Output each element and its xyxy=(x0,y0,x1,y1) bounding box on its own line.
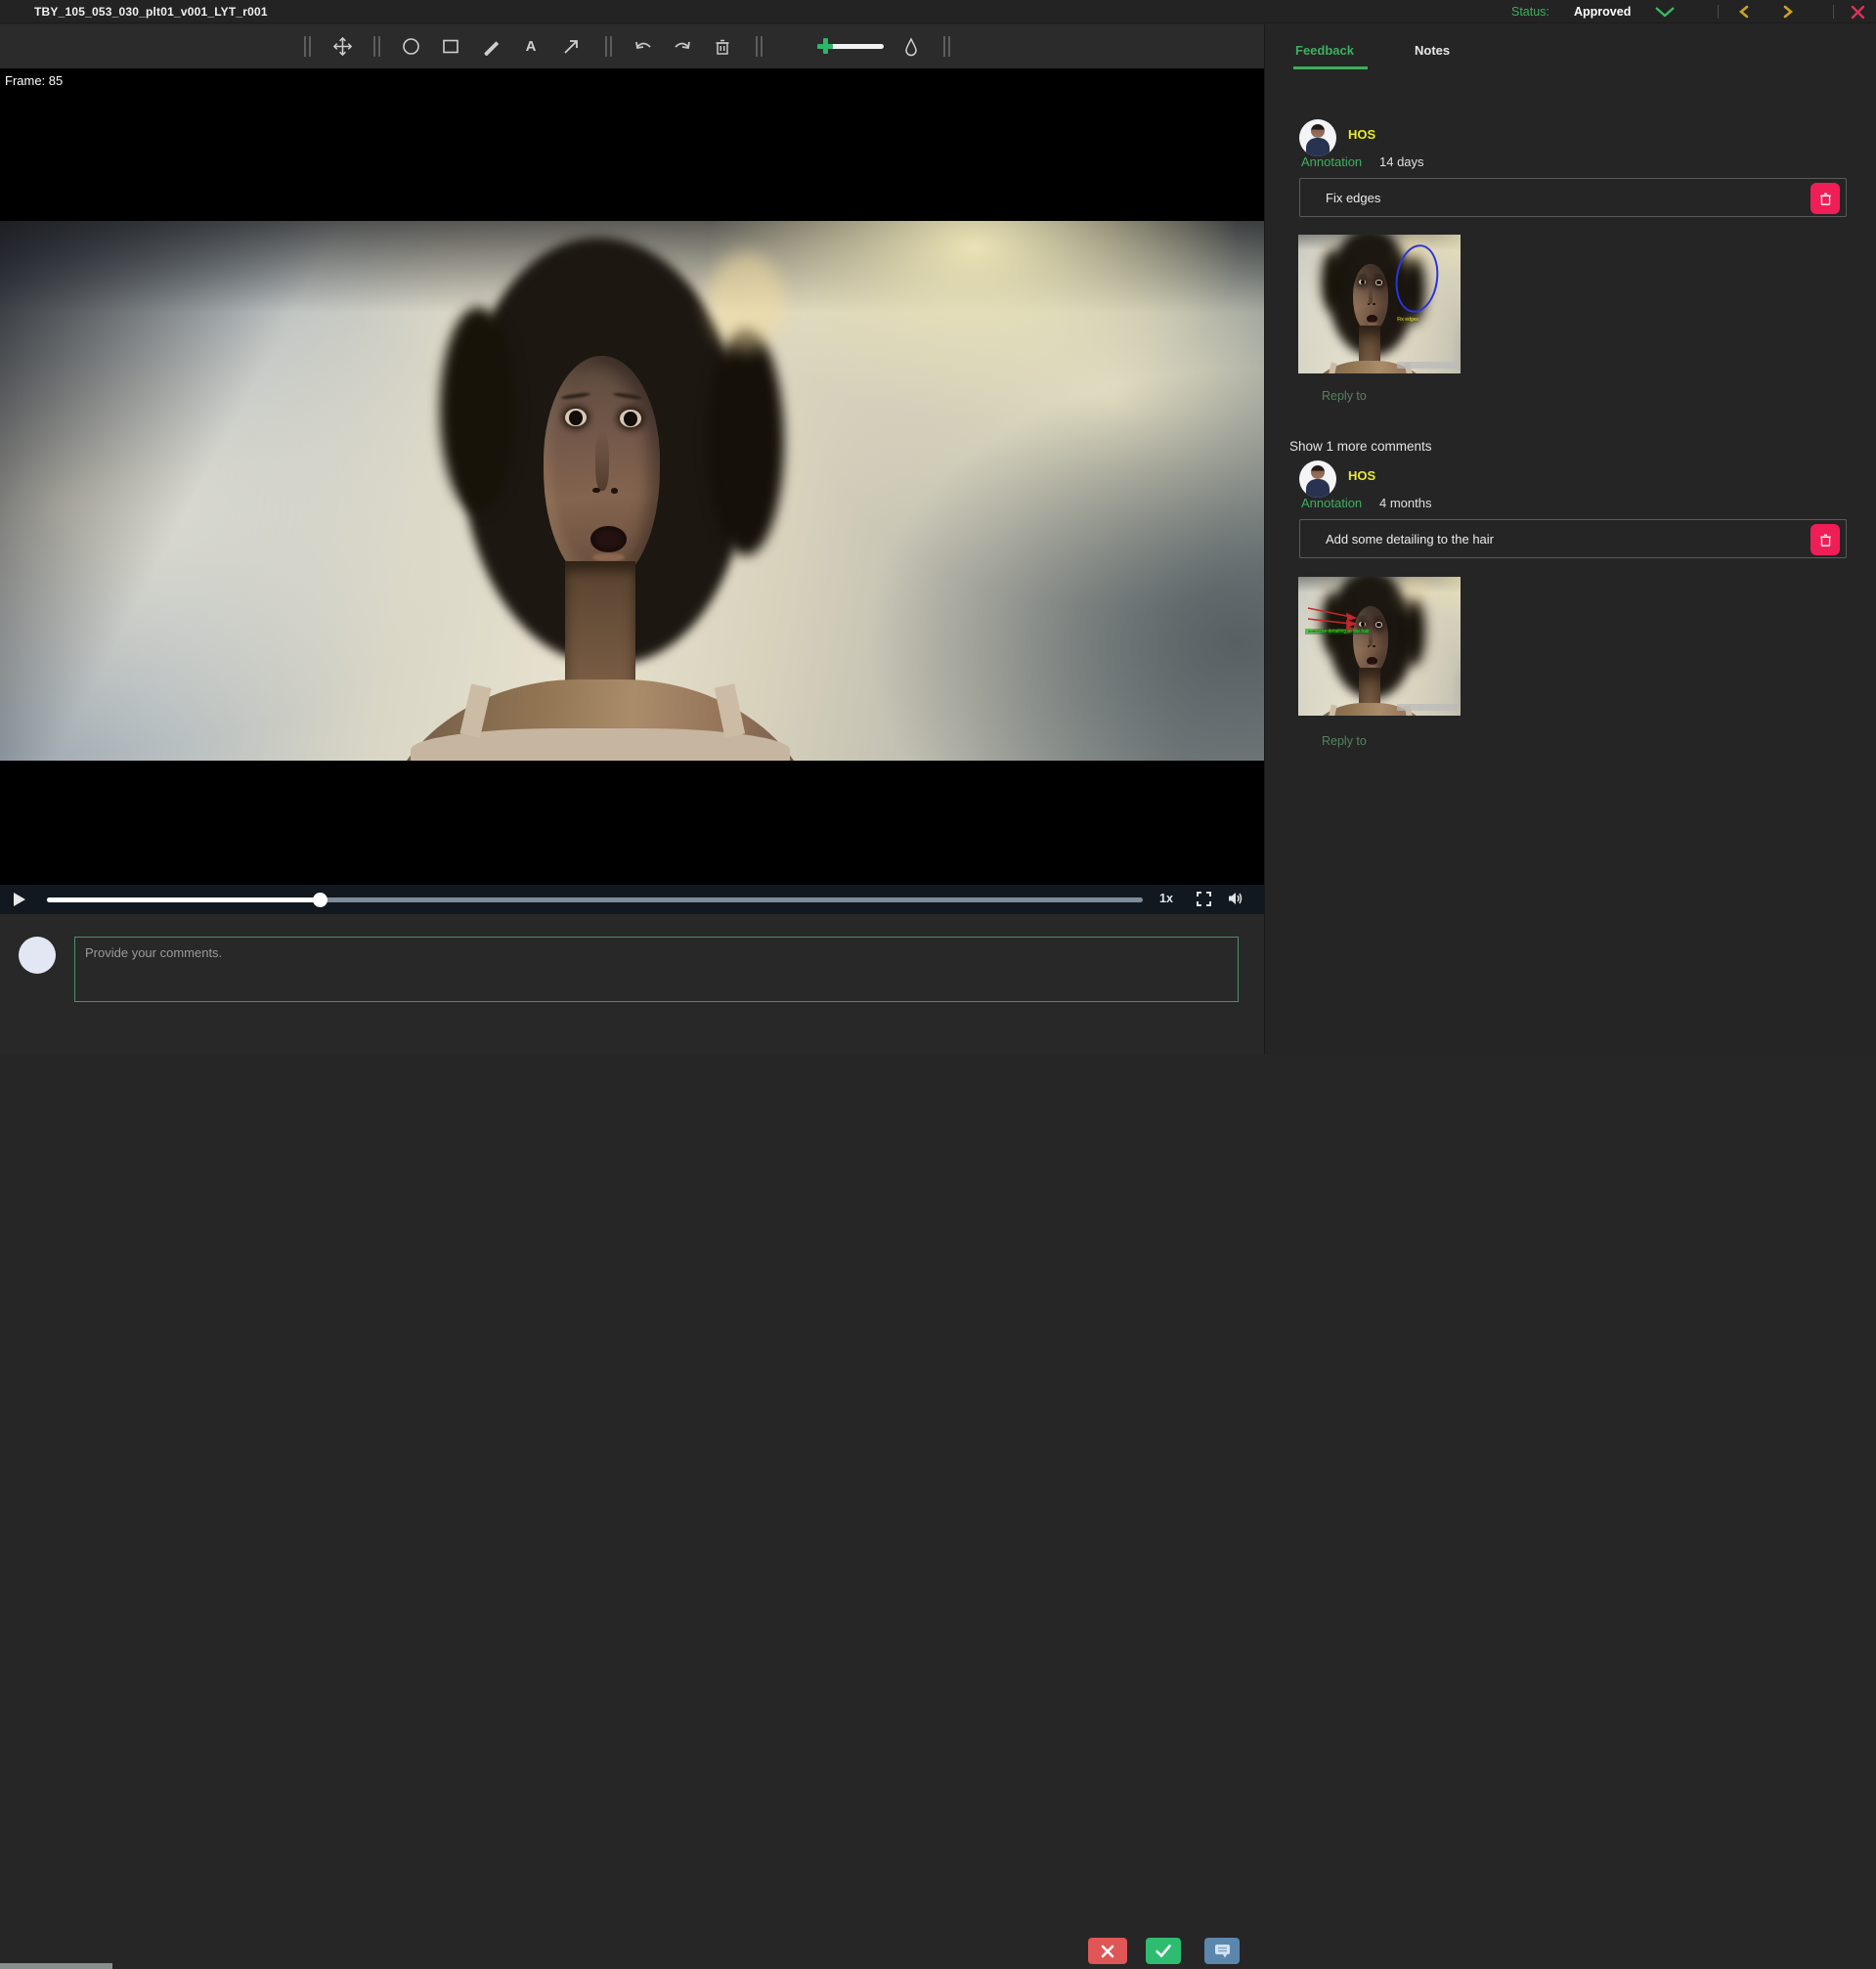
volume-icon[interactable] xyxy=(1228,891,1244,911)
tab-feedback[interactable]: Feedback xyxy=(1295,43,1354,58)
annotation-toolbar: A xyxy=(0,24,1264,68)
comment-author: HOS xyxy=(1348,468,1375,483)
undo-icon[interactable] xyxy=(631,24,656,68)
stroke-width-slider[interactable] xyxy=(819,44,884,50)
toolbar-divider xyxy=(756,36,763,57)
next-version-button[interactable] xyxy=(1782,0,1794,23)
comment-composer xyxy=(0,914,1264,1055)
annotation-canvas-label: Fix edges xyxy=(1397,317,1418,323)
header-divider xyxy=(1833,5,1834,19)
reply-link[interactable]: Reply to xyxy=(1322,389,1367,403)
fullscreen-icon[interactable] xyxy=(1197,892,1211,911)
comment-text: Fix edges xyxy=(1326,191,1380,205)
subject-nose xyxy=(1369,286,1373,304)
video-frame xyxy=(0,221,1264,761)
subject-hair-tuft-left xyxy=(440,307,516,512)
video-frame-image xyxy=(1298,577,1461,716)
play-icon[interactable] xyxy=(14,893,25,906)
status-value[interactable]: Approved xyxy=(1574,0,1631,23)
seek-knob[interactable] xyxy=(313,893,327,907)
thumbnail-watermark xyxy=(1397,704,1458,711)
current-user-avatar xyxy=(19,937,56,974)
comment-author: HOS xyxy=(1348,127,1375,142)
annotation-thumbnail[interactable]: Add some detailing to the hair xyxy=(1298,577,1461,716)
comment-type: Annotation xyxy=(1301,154,1362,169)
hair-rim-light xyxy=(708,253,784,350)
title-bar: TBY_105_053_030_plt01_v001_LYT_r001 Stat… xyxy=(0,0,1876,23)
tab-notes[interactable]: Notes xyxy=(1415,43,1450,58)
chat-button[interactable] xyxy=(1204,1938,1240,1964)
comment-input[interactable] xyxy=(74,937,1239,1002)
subject-nostril-right xyxy=(611,488,618,494)
video-viewport[interactable]: Frame: 85 xyxy=(0,68,1264,885)
subject-hair-tuft-right xyxy=(1402,597,1424,666)
player-controls: 1x xyxy=(0,885,1264,914)
subject-mouth xyxy=(590,526,627,552)
seek-bar-fill xyxy=(47,897,321,902)
rect-select-tool-icon[interactable] xyxy=(779,24,805,68)
review-sidebar: Feedback Notes HOS Annotation 14 days Fi… xyxy=(1264,24,1876,1055)
show-more-comments-link[interactable]: Show 1 more comments xyxy=(1289,439,1432,454)
comment-type: Annotation xyxy=(1301,496,1362,510)
toolbar-divider xyxy=(605,36,612,57)
subject-nostril-left xyxy=(1368,303,1370,305)
seek-bar[interactable] xyxy=(47,897,1143,902)
comment-age: 14 days xyxy=(1379,154,1424,169)
comment-bubble: Fix edges xyxy=(1299,178,1847,217)
redo-icon[interactable] xyxy=(670,24,695,68)
subject-neck xyxy=(1359,668,1380,707)
close-icon[interactable] xyxy=(1851,0,1865,23)
approve-button[interactable] xyxy=(1146,1938,1181,1964)
avatar xyxy=(1299,119,1336,156)
blur-tool-icon[interactable] xyxy=(898,24,924,68)
annotation-arrows-red xyxy=(1306,602,1365,644)
toolbar-divider xyxy=(943,36,950,57)
avatar xyxy=(1299,460,1336,498)
header-divider xyxy=(1718,5,1719,19)
subject-eye-right xyxy=(620,410,641,427)
subject-hair-tuft-left xyxy=(1322,249,1344,311)
delete-comment-button[interactable] xyxy=(1811,183,1840,214)
annotation-canvas-label: Add some detailing to the hair xyxy=(1305,629,1370,634)
frame-counter: Frame: 85 xyxy=(5,73,63,88)
arrow-tool-icon[interactable] xyxy=(558,24,584,68)
rectangle-tool-icon[interactable] xyxy=(438,24,463,68)
pen-tool-icon[interactable] xyxy=(478,24,503,68)
ellipse-tool-icon[interactable] xyxy=(398,24,423,68)
background-window-sliver xyxy=(0,1963,112,1969)
hair-rim-light xyxy=(1402,577,1424,604)
reject-button[interactable] xyxy=(1088,1938,1127,1964)
clip-title: TBY_105_053_030_plt01_v001_LYT_r001 xyxy=(34,5,268,19)
subject-neck xyxy=(565,561,635,690)
subject-nostril-left xyxy=(1368,645,1370,647)
subject-nostril-right xyxy=(1373,645,1374,647)
subject-eye-right xyxy=(1375,622,1382,627)
comment-text: Add some detailing to the hair xyxy=(1326,532,1494,547)
subject-nostril-left xyxy=(592,488,599,494)
delete-comment-button[interactable] xyxy=(1811,524,1840,555)
video-frame-image xyxy=(0,221,1264,761)
subject-neck xyxy=(1359,326,1380,365)
toolbar-divider xyxy=(373,36,380,57)
playback-speed[interactable]: 1x xyxy=(1159,892,1173,905)
delete-annotation-icon[interactable] xyxy=(710,24,735,68)
annotation-thumbnail[interactable]: Fix edges xyxy=(1298,235,1461,373)
toolbar-divider xyxy=(304,36,311,57)
move-tool-icon[interactable] xyxy=(329,24,355,68)
thumbnail-watermark xyxy=(1397,362,1458,369)
status-label: Status: xyxy=(1511,0,1549,23)
active-tab-underline xyxy=(1293,66,1368,69)
previous-version-button[interactable] xyxy=(1738,0,1750,23)
reply-link[interactable]: Reply to xyxy=(1322,734,1367,748)
subject-nostril-right xyxy=(1373,303,1374,305)
subject-hair-tuft-right xyxy=(708,328,784,555)
subject-eye-right xyxy=(1375,280,1382,284)
subject-nose xyxy=(595,431,609,491)
status-dropdown-chevron-icon[interactable] xyxy=(1654,0,1676,23)
comment-bubble: Add some detailing to the hair xyxy=(1299,519,1847,558)
text-tool-icon[interactable]: A xyxy=(518,24,544,68)
stroke-slider-knob[interactable] xyxy=(817,38,833,54)
video-frame-image xyxy=(1298,235,1461,373)
comment-age: 4 months xyxy=(1379,496,1431,510)
